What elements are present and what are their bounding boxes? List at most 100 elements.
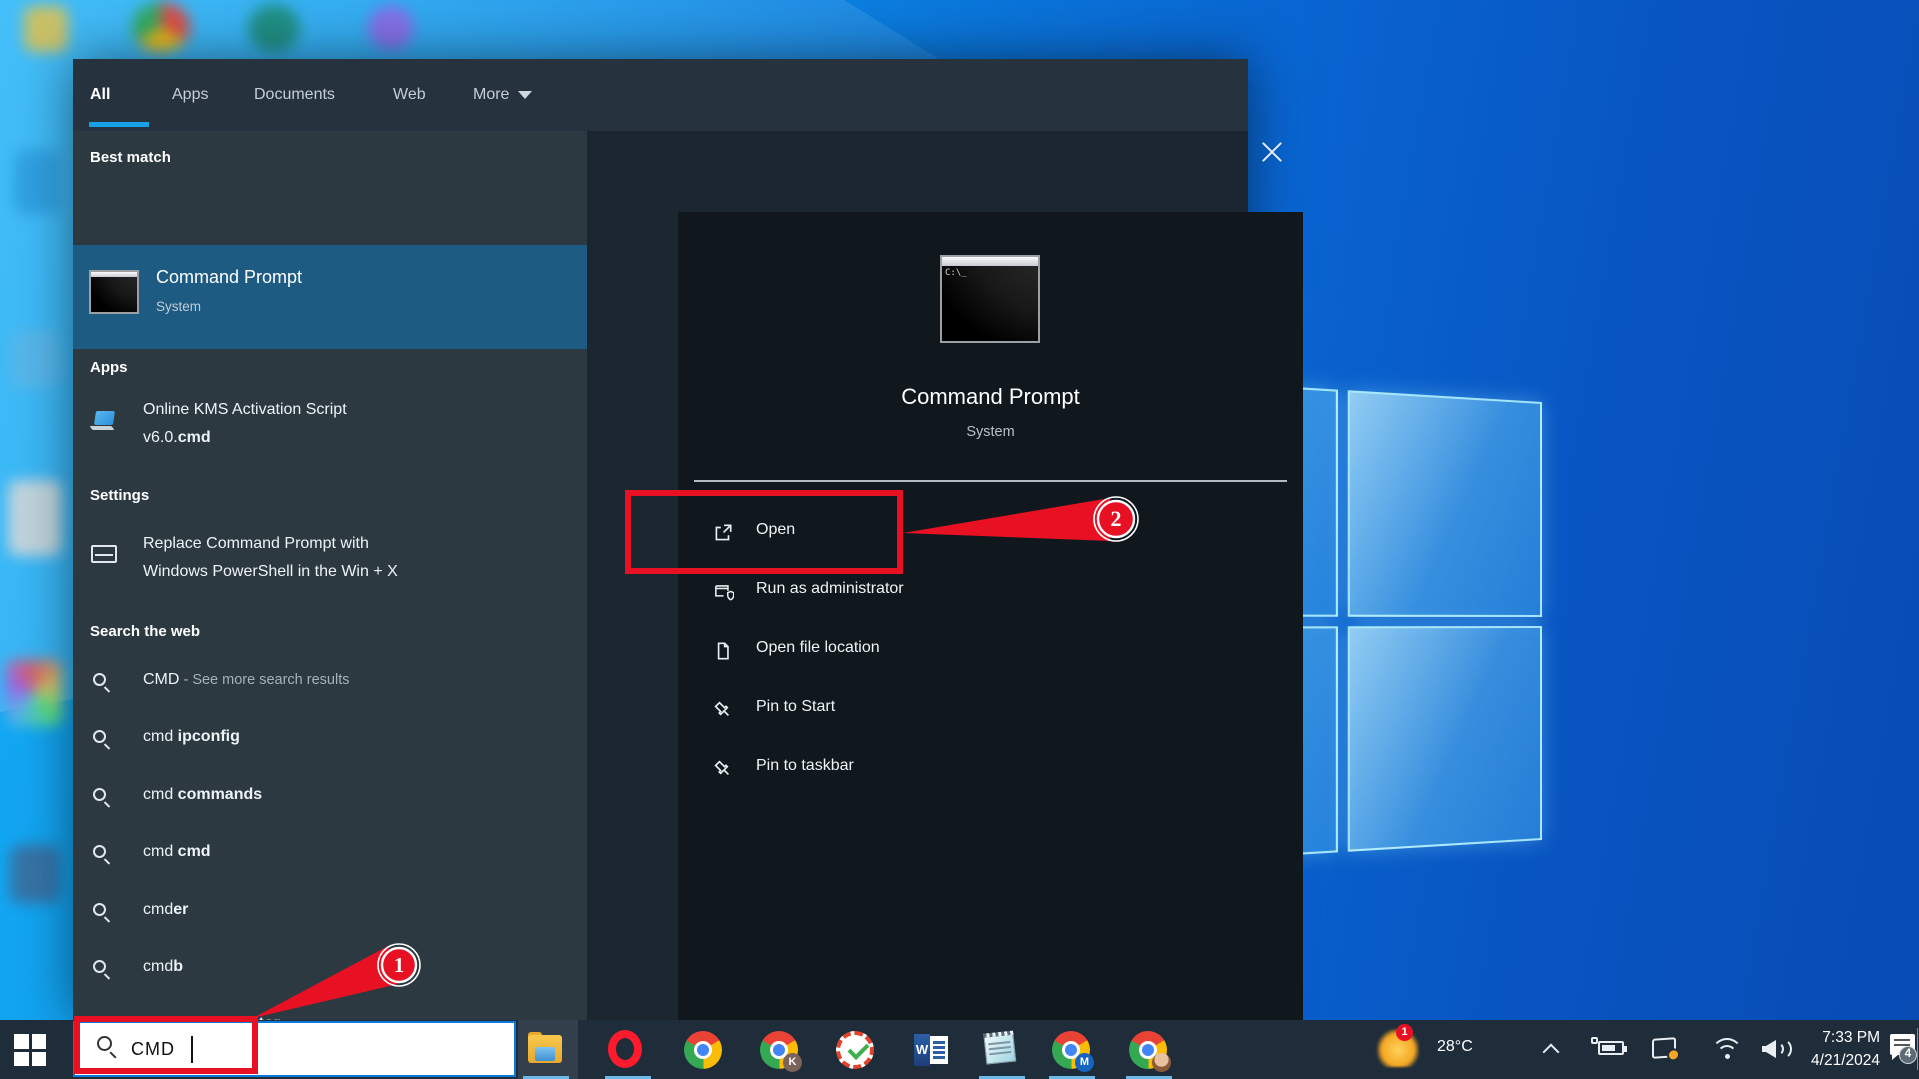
pin-icon — [714, 760, 730, 776]
start-button[interactable] — [14, 1034, 46, 1066]
preview-subtitle: System — [966, 424, 1015, 440]
screen-cast-icon[interactable] — [1652, 1037, 1680, 1062]
tab-apps[interactable]: Apps — [172, 59, 208, 131]
annotation-box-search-field — [74, 1016, 258, 1074]
search-icon — [93, 673, 106, 686]
best-match-title: Command Prompt — [156, 267, 303, 287]
web-suggestion-text: cmd commands — [143, 786, 263, 803]
menu-item-pin-to-start-label: Pin to Start — [756, 698, 836, 715]
taskbar: K W M — [0, 1020, 1919, 1079]
running-indicator — [1049, 1075, 1095, 1079]
menu-item-pin-to-taskbar-label: Pin to taskbar — [756, 757, 854, 774]
section-heading-search-web: Search the web — [90, 623, 201, 640]
active-tab-underline — [89, 122, 149, 127]
search-icon — [93, 788, 106, 801]
desktop-icon-blurred — [248, 4, 300, 52]
chrome-profile-m-badge: M — [1075, 1053, 1094, 1072]
show-desktop-separator[interactable] — [1917, 1028, 1919, 1070]
search-icon — [93, 845, 106, 858]
chrome-profile-k-badge: K — [783, 1053, 802, 1072]
chrome-profile-avatar-badge — [1152, 1053, 1171, 1072]
taskbar-chrome-profile-m-icon[interactable]: M — [1052, 1031, 1094, 1072]
clock-date: 4/21/2024 — [1811, 1052, 1880, 1069]
web-suggestion-text: cmdb — [143, 958, 184, 975]
tab-apps-label: Apps — [172, 86, 209, 103]
app-result-kms-script[interactable]: Online KMS Activation Script v6.0.cmd — [73, 389, 587, 473]
settings-monitor-icon — [91, 545, 117, 563]
running-indicator — [523, 1075, 569, 1079]
tab-more[interactable]: More — [473, 59, 533, 131]
web-suggestion-text: cmder — [143, 901, 189, 918]
running-indicator — [605, 1075, 651, 1079]
search-icon — [93, 730, 106, 743]
web-suggestion-text: CMD - See more search results — [143, 671, 350, 688]
tab-documents-label: Documents — [254, 86, 335, 103]
tab-all-label: All — [90, 86, 111, 103]
taskbar-chrome-icon[interactable] — [684, 1031, 722, 1069]
web-suggestion-row[interactable]: cmd cmd — [73, 827, 587, 884]
desktop-icon-chrome-blurred — [132, 2, 190, 52]
settings-result-line2: Windows PowerShell in the Win + X — [143, 563, 398, 580]
tab-web[interactable]: Web — [393, 59, 426, 131]
pin-icon — [714, 701, 730, 717]
app-result-line2: v6.0.cmd — [143, 429, 211, 446]
menu-item-pin-to-start[interactable]: Pin to Start — [678, 684, 1303, 736]
windows-desktop-screen: All Apps Documents Web More Best match C… — [0, 0, 1919, 1079]
menu-item-pin-to-taskbar[interactable]: Pin to taskbar — [678, 743, 1303, 795]
preview-title: Command Prompt — [901, 384, 1080, 409]
close-icon[interactable] — [1260, 140, 1284, 164]
taskbar-chrome-profile-k-icon[interactable]: K — [760, 1031, 802, 1072]
desktop-icon-blurred — [14, 150, 60, 214]
web-suggestion-row[interactable]: cmdb — [73, 942, 587, 999]
weather-alert-badge: 1 — [1396, 1024, 1413, 1041]
search-window-header: All Apps Documents Web More — [73, 59, 1248, 155]
chevron-down-icon — [518, 90, 533, 99]
taskbar-opera-icon[interactable] — [608, 1030, 642, 1068]
preview-panel-outer: C:\_ Command Prompt System Open Run as a… — [587, 131, 1303, 1075]
settings-result-powershell[interactable]: Replace Command Prompt with Windows Powe… — [73, 519, 587, 611]
section-heading-apps: Apps — [90, 359, 128, 376]
weather-temperature[interactable]: 28°C — [1437, 1038, 1473, 1056]
taskbar-word-icon[interactable]: W — [914, 1031, 952, 1069]
settings-result-line1: Replace Command Prompt with — [143, 535, 369, 552]
tab-all[interactable]: All — [89, 59, 149, 131]
taskbar-clock[interactable]: 7:33 PM 4/21/2024 — [1795, 1026, 1880, 1072]
volume-icon[interactable] — [1762, 1038, 1792, 1060]
taskbar-checkmark-app-icon[interactable] — [836, 1031, 874, 1069]
web-suggestion-row[interactable]: cmd ipconfig — [73, 712, 587, 769]
app-icon — [89, 411, 117, 433]
desktop-icon-blurred — [8, 480, 62, 556]
menu-item-open-file-location-label: Open file location — [756, 639, 880, 656]
section-heading-settings: Settings — [90, 487, 150, 504]
wifi-icon[interactable] — [1711, 1038, 1743, 1062]
divider — [694, 480, 1287, 482]
section-heading-best-match: Best match — [90, 149, 171, 166]
web-suggestion-row[interactable]: cmd commands — [73, 770, 587, 827]
app-result-line1: Online KMS Activation Script — [143, 401, 347, 418]
web-suggestion-text: cmd ipconfig — [143, 728, 240, 745]
taskbar-file-explorer-icon[interactable] — [526, 1031, 564, 1069]
search-results-list: Best match Command Prompt System Apps On… — [73, 131, 587, 1020]
web-suggestion-text: cmd cmd — [143, 843, 211, 860]
logo-pane — [1347, 625, 1542, 852]
desktop-icon-blurred — [24, 6, 68, 52]
search-icon — [93, 903, 106, 916]
taskbar-notepad-icon[interactable] — [980, 1029, 1022, 1071]
command-prompt-icon-large: C:\_ — [940, 255, 1040, 343]
web-suggestion-row[interactable]: CMD - See more search results — [73, 655, 587, 712]
tab-web-label: Web — [393, 86, 426, 103]
best-match-subtitle: System — [156, 299, 202, 314]
tab-more-label: More — [473, 86, 510, 103]
notification-count-badge: 4 — [1899, 1046, 1917, 1064]
web-suggestion-row[interactable]: cmder — [73, 885, 587, 942]
running-indicator — [979, 1075, 1025, 1079]
tab-documents[interactable]: Documents — [254, 59, 335, 131]
menu-item-open-file-location[interactable]: Open file location — [678, 625, 1303, 677]
annotation-box-run-as-administrator — [625, 490, 903, 574]
file-location-icon — [717, 642, 729, 660]
battery-icon[interactable] — [1591, 1037, 1627, 1055]
desktop-icon-blurred — [10, 330, 60, 388]
best-match-result-command-prompt[interactable]: Command Prompt System — [73, 245, 587, 349]
desktop-icon-blurred — [6, 660, 62, 726]
taskbar-chrome-profile-avatar-icon[interactable] — [1129, 1031, 1171, 1072]
